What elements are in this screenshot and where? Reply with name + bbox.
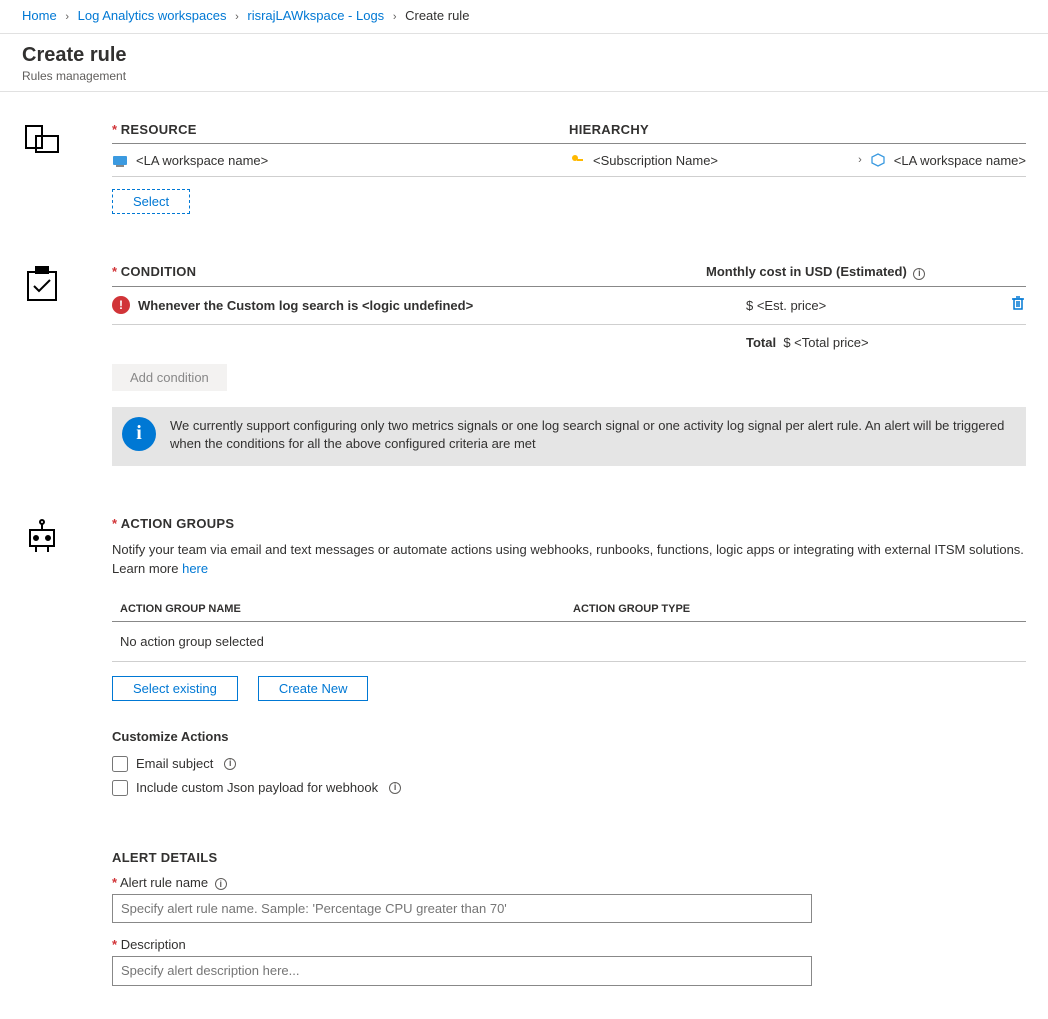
hierarchy-heading: HIERARCHY xyxy=(569,122,649,137)
page-title: Create rule xyxy=(22,44,1026,67)
page-subtitle: Rules management xyxy=(22,69,1026,83)
chevron-right-icon: › xyxy=(60,11,74,23)
required-star: * xyxy=(112,875,117,890)
resource-heading: RESOURCE xyxy=(121,122,197,137)
description-input[interactable] xyxy=(112,956,812,986)
breadcrumb-workspaces[interactable]: Log Analytics workspaces xyxy=(78,8,227,23)
include-json-checkbox[interactable] xyxy=(112,780,128,796)
info-banner: i We currently support configuring only … xyxy=(112,407,1026,467)
alert-icon: ! xyxy=(112,296,130,314)
resource-name: <LA workspace name> xyxy=(136,153,268,168)
select-existing-button[interactable]: Select existing xyxy=(112,676,238,701)
workspace-icon xyxy=(112,152,128,168)
required-star: * xyxy=(112,122,117,137)
action-groups-heading: ACTION GROUPS xyxy=(121,516,235,531)
workspace-small-icon xyxy=(870,152,886,168)
action-groups-empty: No action group selected xyxy=(112,622,1026,662)
total-price: $ <Total price> xyxy=(783,335,868,350)
email-subject-label: Email subject xyxy=(136,756,213,771)
alert-details-heading: ALERT DETAILS xyxy=(112,850,1026,865)
select-resource-button[interactable]: Select xyxy=(112,189,190,214)
chevron-right-icon: › xyxy=(388,11,402,23)
breadcrumb: Home › Log Analytics workspaces › risraj… xyxy=(0,0,1048,34)
cost-heading: Monthly cost in USD (Estimated) xyxy=(706,264,907,279)
email-subject-row[interactable]: Email subject i xyxy=(112,752,1026,776)
breadcrumb-current: Create rule xyxy=(405,8,469,23)
hierarchy-workspace-name: <LA workspace name> xyxy=(894,153,1026,168)
delete-icon[interactable] xyxy=(1010,298,1026,315)
email-subject-checkbox[interactable] xyxy=(112,756,128,772)
key-icon xyxy=(569,152,585,168)
customize-actions-heading: Customize Actions xyxy=(112,729,1026,744)
required-star: * xyxy=(112,516,117,531)
column-action-group-type: ACTION GROUP TYPE xyxy=(573,603,1026,615)
chevron-right-icon: › xyxy=(230,11,244,23)
title-bar: Create rule Rules management xyxy=(0,34,1048,92)
create-new-button[interactable]: Create New xyxy=(258,676,369,701)
chevron-right-icon: › xyxy=(858,154,862,166)
subscription-name: <Subscription Name> xyxy=(593,153,718,168)
condition-icon xyxy=(22,264,62,304)
alert-rule-name-label: Alert rule name xyxy=(120,875,208,890)
learn-more-link[interactable]: here xyxy=(182,561,208,576)
action-groups-description: Notify your team via email and text mess… xyxy=(112,541,1026,579)
add-condition-button[interactable]: Add condition xyxy=(112,364,227,391)
condition-price: $ <Est. price> xyxy=(746,298,986,313)
action-groups-icon xyxy=(22,516,62,556)
info-icon[interactable]: i xyxy=(913,268,925,280)
required-star: * xyxy=(112,264,117,279)
column-action-group-name: ACTION GROUP NAME xyxy=(112,603,573,615)
total-label: Total xyxy=(746,335,776,350)
required-star: * xyxy=(112,937,117,952)
condition-text[interactable]: Whenever the Custom log search is <logic… xyxy=(138,298,473,313)
breadcrumb-workspace-logs[interactable]: risrajLAWkspace - Logs xyxy=(247,8,384,23)
include-json-row[interactable]: Include custom Json payload for webhook … xyxy=(112,776,1026,800)
info-banner-text: We currently support configuring only tw… xyxy=(170,417,1014,455)
breadcrumb-home[interactable]: Home xyxy=(22,8,57,23)
include-json-label: Include custom Json payload for webhook xyxy=(136,780,378,795)
info-circle-icon: i xyxy=(122,417,156,451)
info-icon[interactable]: i xyxy=(224,758,236,770)
description-label: Description xyxy=(121,937,186,952)
info-icon[interactable]: i xyxy=(389,782,401,794)
info-icon[interactable]: i xyxy=(215,878,227,890)
resource-icon xyxy=(22,122,62,162)
condition-heading: CONDITION xyxy=(121,264,197,279)
alert-rule-name-input[interactable] xyxy=(112,894,812,923)
